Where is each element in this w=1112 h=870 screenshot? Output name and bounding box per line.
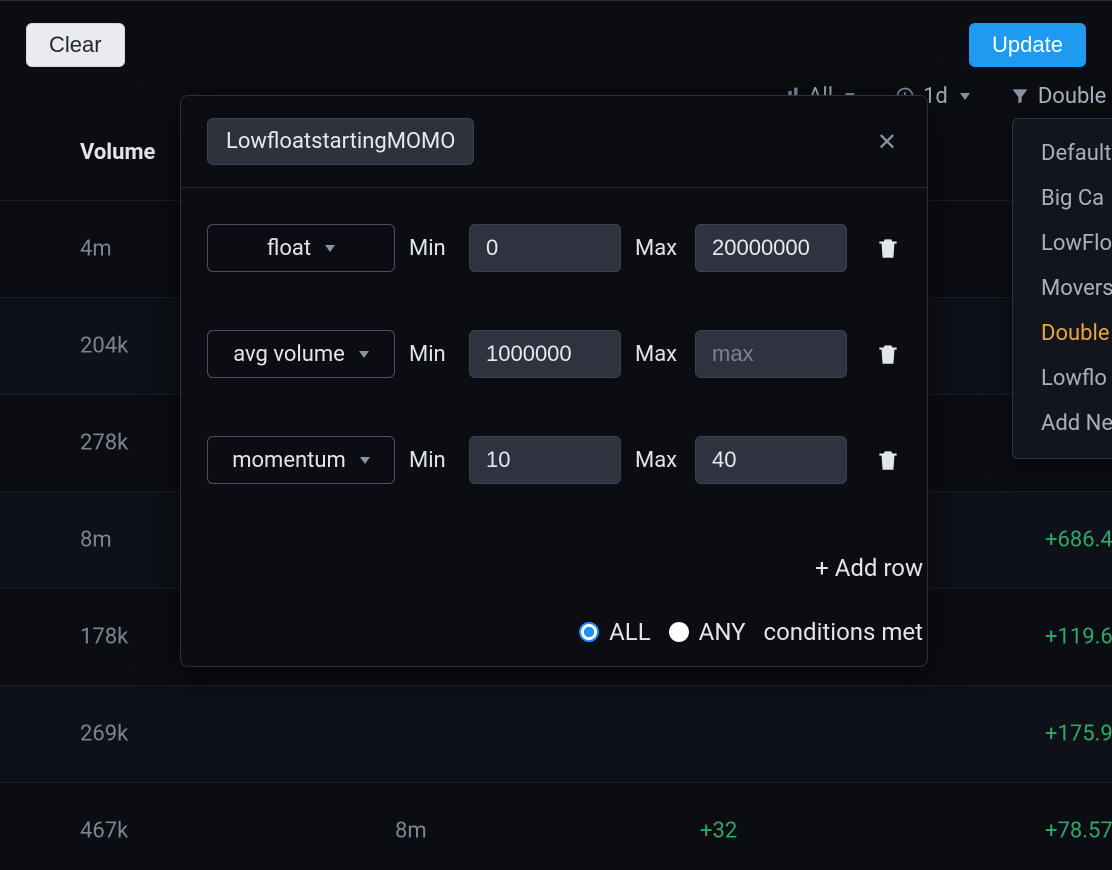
modal-body: float Min Max avg volume Min Max — [181, 188, 927, 550]
cell-volume: 467k — [80, 819, 128, 844]
preset-option-selected[interactable]: Double — [1013, 311, 1112, 356]
close-icon[interactable]: ✕ — [873, 126, 901, 158]
min-input[interactable] — [469, 330, 621, 378]
max-input[interactable] — [695, 436, 847, 484]
table-row: 467k 8m +32 +78.579 — [0, 782, 1112, 870]
field-select[interactable]: float — [207, 224, 395, 272]
filter-name-chip[interactable]: LowfloatstartingMOMO — [207, 118, 474, 165]
max-label: Max — [635, 236, 681, 261]
min-label: Min — [409, 236, 455, 261]
cell-change: +119.66 — [1045, 625, 1112, 650]
cell-change: +175.99 — [1045, 722, 1112, 747]
field-select-label: float — [267, 236, 311, 261]
radio-all-label: ALL — [609, 618, 651, 646]
add-row-label: Add row — [835, 554, 923, 582]
min-input[interactable] — [469, 436, 621, 484]
cell-volume: 269k — [80, 722, 128, 747]
trash-icon[interactable] — [875, 235, 901, 261]
cell-volume: 278k — [80, 431, 128, 456]
column-header-volume: Volume — [80, 140, 155, 165]
max-input[interactable] — [695, 330, 847, 378]
radio-dot-icon — [579, 622, 599, 642]
preset-dropdown: Default Big Ca LowFlo Movers Double Lowf… — [1012, 118, 1112, 459]
table-row: 269k +175.99 — [0, 685, 1112, 782]
field-select[interactable]: momentum — [207, 436, 395, 484]
preset-option[interactable]: Movers — [1013, 266, 1112, 311]
preset-option[interactable]: Default — [1013, 131, 1112, 176]
min-label: Min — [409, 448, 455, 473]
filter-row: avg volume Min Max — [207, 330, 901, 378]
cell-volume: 4m — [80, 237, 112, 262]
chevron-down-icon — [360, 457, 370, 464]
chevron-down-icon — [359, 351, 369, 358]
field-select[interactable]: avg volume — [207, 330, 395, 378]
modal-footer: Clear Update — [0, 0, 1112, 89]
field-select-label: avg volume — [233, 342, 345, 367]
clear-button[interactable]: Clear — [26, 23, 125, 67]
radio-any[interactable]: ANY — [669, 618, 746, 646]
preset-option[interactable]: Add Ne — [1013, 401, 1112, 446]
preset-option[interactable]: Big Ca — [1013, 176, 1112, 221]
update-button[interactable]: Update — [969, 23, 1086, 67]
conditions-suffix: conditions met — [764, 618, 923, 646]
cell-change: +686.4 — [1045, 528, 1112, 553]
radio-any-label: ANY — [699, 618, 746, 646]
preset-option[interactable]: LowFlo — [1013, 221, 1112, 266]
cell-volume: 178k — [80, 625, 128, 650]
radio-dot-icon — [669, 622, 689, 642]
trash-icon[interactable] — [875, 341, 901, 367]
max-input[interactable] — [695, 224, 847, 272]
radio-all[interactable]: ALL — [579, 618, 651, 646]
filter-editor-modal: LowfloatstartingMOMO ✕ float Min Max avg… — [180, 95, 928, 667]
min-input[interactable] — [469, 224, 621, 272]
filter-row: float Min Max — [207, 224, 901, 272]
funnel-icon — [1010, 86, 1030, 106]
max-label: Max — [635, 342, 681, 367]
chevron-down-icon — [325, 245, 335, 252]
conditions-row: ALL ANY conditions met — [181, 618, 927, 666]
max-label: Max — [635, 448, 681, 473]
plus-icon: + — [815, 554, 829, 582]
preset-option[interactable]: Lowflo — [1013, 356, 1112, 401]
preset-filter[interactable]: Double — [1010, 84, 1106, 109]
trash-icon[interactable] — [875, 447, 901, 473]
cell-volume: 8m — [80, 528, 112, 553]
preset-filter-label: Double — [1038, 84, 1106, 109]
filter-row: momentum Min Max — [207, 436, 901, 484]
cell-volume: 204k — [80, 334, 128, 359]
field-select-label: momentum — [232, 448, 346, 473]
add-row-button[interactable]: +Add row — [181, 554, 927, 582]
cell-col2: 8m — [395, 819, 427, 844]
modal-header: LowfloatstartingMOMO ✕ — [181, 96, 927, 188]
cell-col3: +32 — [700, 819, 737, 844]
chevron-down-icon — [960, 93, 970, 100]
cell-change: +78.579 — [1045, 819, 1112, 844]
min-label: Min — [409, 342, 455, 367]
